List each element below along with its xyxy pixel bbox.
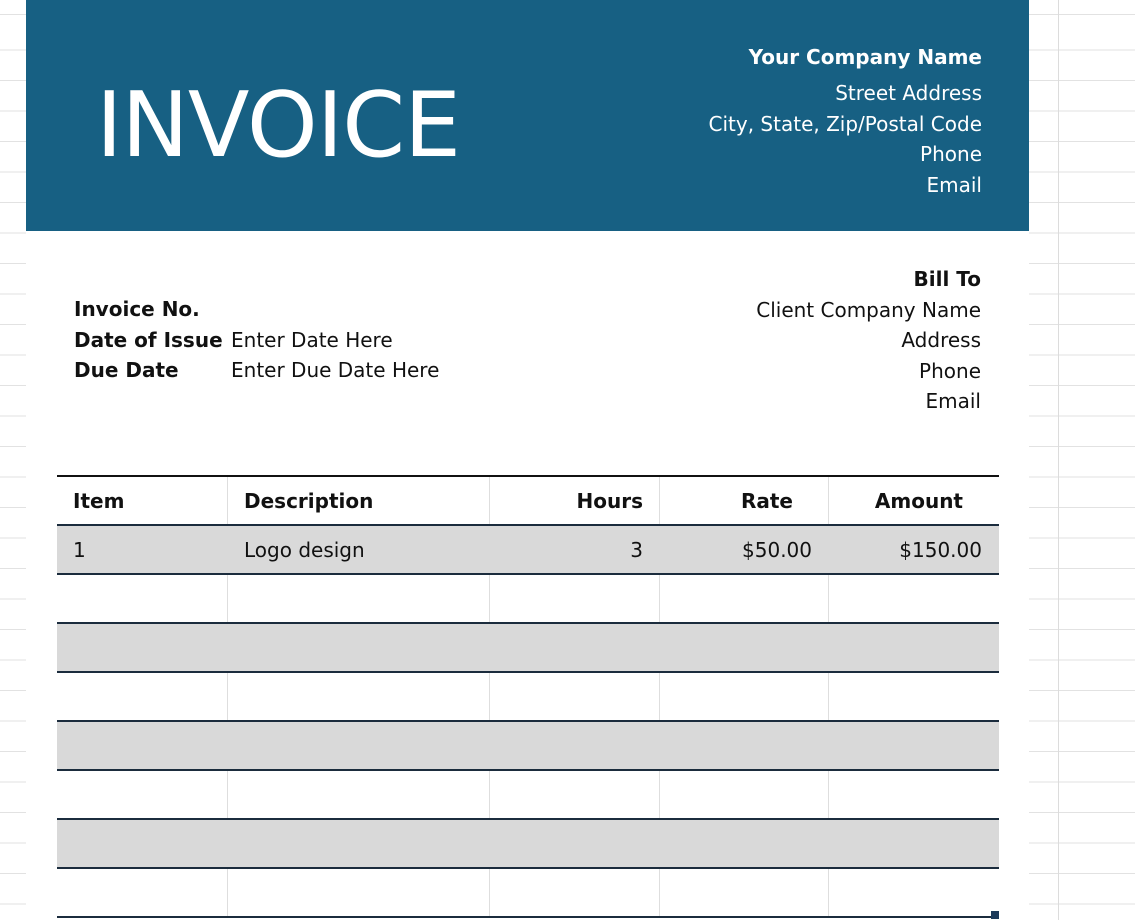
table-header-row: Item Description Hours Rate Amount — [57, 477, 999, 526]
cell-description[interactable] — [228, 575, 490, 622]
cell-hours[interactable] — [490, 771, 660, 818]
invoice-table: Item Description Hours Rate Amount 1 Log… — [57, 475, 999, 918]
cell-rate[interactable]: $50.00 — [660, 526, 829, 573]
cell-amount[interactable] — [829, 869, 999, 916]
cell-amount[interactable]: $150.00 — [829, 526, 999, 573]
cell-description[interactable] — [228, 820, 490, 867]
cell-amount[interactable] — [829, 624, 999, 671]
cell-amount[interactable] — [829, 575, 999, 622]
table-row — [57, 771, 999, 820]
cell-item[interactable]: 1 — [57, 526, 228, 573]
invoice-number-row: Invoice No. — [74, 294, 439, 325]
table-row — [57, 624, 999, 673]
cell-rate[interactable] — [660, 869, 829, 916]
column-header-item[interactable]: Item — [57, 477, 228, 524]
client-email[interactable]: Email — [756, 386, 982, 417]
cell-item[interactable] — [57, 771, 228, 818]
cell-item[interactable] — [57, 722, 228, 769]
table-row — [57, 869, 999, 918]
due-date-label[interactable]: Due Date — [74, 355, 231, 386]
cell-rate[interactable] — [660, 820, 829, 867]
cell-amount[interactable] — [829, 722, 999, 769]
column-header-description[interactable]: Description — [228, 477, 490, 524]
cell-description[interactable]: Logo design — [228, 526, 490, 573]
company-phone[interactable]: Phone — [709, 139, 982, 170]
client-phone[interactable]: Phone — [756, 356, 981, 387]
company-city[interactable]: City, State, Zip/Postal Code — [709, 109, 982, 140]
cell-hours[interactable] — [490, 624, 660, 671]
company-street[interactable]: Street Address — [709, 78, 982, 109]
cell-rate[interactable] — [660, 624, 829, 671]
cell-description[interactable] — [228, 771, 490, 818]
cell-hours[interactable]: 3 — [490, 526, 660, 573]
cell-item[interactable] — [57, 624, 228, 671]
due-date-value[interactable]: Enter Due Date Here — [231, 355, 439, 386]
company-info: Your Company Name Street Address City, S… — [709, 42, 982, 200]
cell-item[interactable] — [57, 673, 228, 720]
table-row — [57, 820, 999, 869]
cell-description[interactable] — [228, 722, 490, 769]
issue-date-label[interactable]: Date of Issue — [74, 325, 231, 356]
invoice-number-label[interactable]: Invoice No. — [74, 294, 231, 325]
cell-rate[interactable] — [660, 722, 829, 769]
client-address[interactable]: Address — [756, 325, 981, 356]
cell-hours[interactable] — [490, 575, 660, 622]
column-header-rate[interactable]: Rate — [660, 477, 829, 524]
due-date-row: Due Date Enter Due Date Here — [74, 355, 439, 386]
cell-description[interactable] — [228, 869, 490, 916]
company-name[interactable]: Your Company Name — [709, 42, 982, 78]
table-resize-handle[interactable] — [991, 911, 999, 919]
company-email[interactable]: Email — [709, 170, 983, 201]
column-header-amount[interactable]: Amount — [829, 477, 999, 524]
cell-rate[interactable] — [660, 575, 829, 622]
client-company[interactable]: Client Company Name — [756, 295, 981, 326]
table-row — [57, 673, 999, 722]
cell-amount[interactable] — [829, 673, 999, 720]
table-row — [57, 722, 999, 771]
cell-description[interactable] — [228, 624, 490, 671]
bill-to: Bill To Client Company Name Address Phon… — [756, 264, 981, 417]
cell-item[interactable] — [57, 575, 228, 622]
column-header-hours[interactable]: Hours — [490, 477, 660, 524]
cell-hours[interactable] — [490, 820, 660, 867]
cell-rate[interactable] — [660, 673, 829, 720]
cell-item[interactable] — [57, 820, 228, 867]
invoice-header: INVOICE Your Company Name Street Address… — [26, 0, 1029, 231]
cell-hours[interactable] — [490, 722, 660, 769]
invoice-title[interactable]: INVOICE — [96, 76, 461, 176]
table-row — [57, 575, 999, 624]
cell-hours[interactable] — [490, 869, 660, 916]
grid-column-line — [1058, 0, 1059, 920]
cell-amount[interactable] — [829, 820, 999, 867]
table-row: 1 Logo design 3 $50.00 $150.00 — [57, 526, 999, 575]
bill-to-title[interactable]: Bill To — [756, 264, 982, 295]
issue-date-row: Date of Issue Enter Date Here — [74, 325, 439, 356]
invoice-details: Invoice No. Date of Issue Enter Date Her… — [74, 294, 439, 386]
cell-amount[interactable] — [829, 771, 999, 818]
issue-date-value[interactable]: Enter Date Here — [231, 325, 393, 356]
cell-item[interactable] — [57, 869, 228, 916]
cell-hours[interactable] — [490, 673, 660, 720]
cell-rate[interactable] — [660, 771, 829, 818]
cell-description[interactable] — [228, 673, 490, 720]
